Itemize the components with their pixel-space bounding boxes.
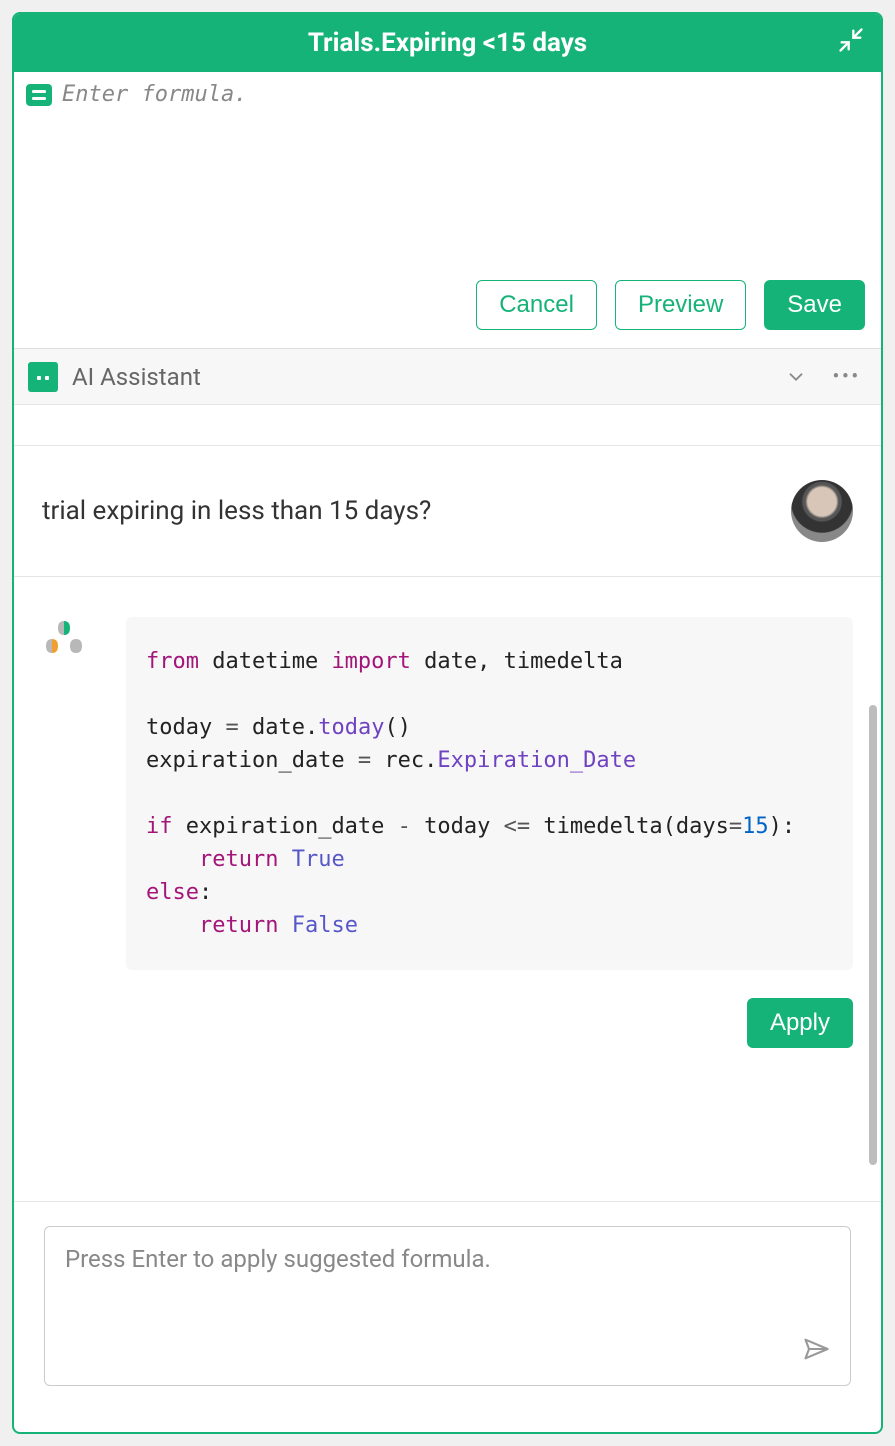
- chat-input-box[interactable]: [44, 1226, 851, 1386]
- assistant-bar: AI Assistant •••: [14, 349, 881, 405]
- user-message: trial expiring in less than 15 days?: [14, 445, 881, 577]
- save-button[interactable]: Save: [764, 280, 865, 330]
- more-icon[interactable]: •••: [827, 360, 867, 393]
- panel-header: Trials.Expiring <15 days: [14, 14, 881, 72]
- avatar: [791, 480, 853, 542]
- formula-editor-panel: Trials.Expiring <15 days Cancel Preview: [12, 12, 883, 1434]
- send-icon[interactable]: [802, 1335, 830, 1367]
- grist-logo-icon: [42, 617, 86, 661]
- cancel-button[interactable]: Cancel: [476, 280, 597, 330]
- scrollbar[interactable]: [869, 705, 877, 1165]
- chat-input[interactable]: [65, 1245, 830, 1345]
- chevron-down-icon[interactable]: [779, 360, 813, 394]
- apply-button[interactable]: Apply: [747, 998, 853, 1048]
- collapse-icon[interactable]: [835, 24, 867, 56]
- formula-area: Cancel Preview Save: [14, 72, 881, 349]
- code-block: from datetime import date, timedelta tod…: [126, 617, 853, 970]
- user-message-text: trial expiring in less than 15 days?: [42, 496, 431, 526]
- assistant-message: from datetime import date, timedelta tod…: [14, 577, 881, 986]
- chat-area: trial expiring in less than 15 days? fro…: [14, 405, 881, 1201]
- formula-input[interactable]: [62, 82, 869, 242]
- preview-button[interactable]: Preview: [615, 280, 746, 330]
- assistant-bar-label: AI Assistant: [72, 363, 765, 391]
- robot-icon: [28, 362, 58, 392]
- chat-input-section: [14, 1201, 881, 1432]
- formula-equals-icon: [26, 84, 52, 106]
- panel-title: Trials.Expiring <15 days: [308, 28, 587, 58]
